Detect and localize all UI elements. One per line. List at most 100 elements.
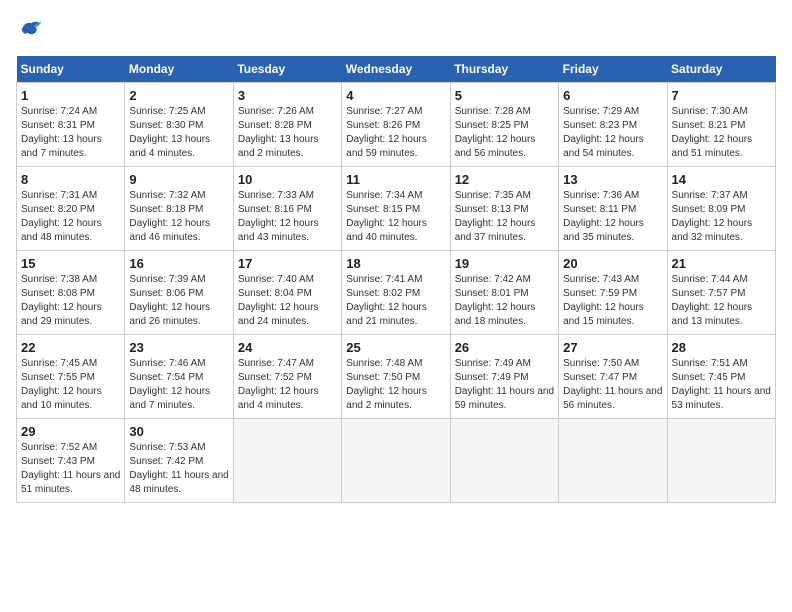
day-info: Sunrise: 7:25 AM Sunset: 8:30 PM Dayligh… bbox=[129, 105, 228, 161]
day-number: 4 bbox=[346, 88, 445, 103]
calendar-day-cell bbox=[667, 419, 775, 503]
calendar-week-row: 15 Sunrise: 7:38 AM Sunset: 8:08 PM Dayl… bbox=[17, 251, 776, 335]
day-info: Sunrise: 7:28 AM Sunset: 8:25 PM Dayligh… bbox=[455, 105, 554, 161]
calendar-day-cell bbox=[450, 419, 558, 503]
calendar-day-cell: 20 Sunrise: 7:43 AM Sunset: 7:59 PM Dayl… bbox=[559, 251, 667, 335]
day-number: 15 bbox=[21, 256, 120, 271]
day-of-week-header: Friday bbox=[559, 56, 667, 83]
day-number: 20 bbox=[563, 256, 662, 271]
day-info: Sunrise: 7:41 AM Sunset: 8:02 PM Dayligh… bbox=[346, 273, 445, 329]
day-number: 22 bbox=[21, 340, 120, 355]
day-number: 18 bbox=[346, 256, 445, 271]
day-info: Sunrise: 7:34 AM Sunset: 8:15 PM Dayligh… bbox=[346, 189, 445, 245]
day-info: Sunrise: 7:39 AM Sunset: 8:06 PM Dayligh… bbox=[129, 273, 228, 329]
day-number: 12 bbox=[455, 172, 554, 187]
day-info: Sunrise: 7:33 AM Sunset: 8:16 PM Dayligh… bbox=[238, 189, 337, 245]
day-info: Sunrise: 7:38 AM Sunset: 8:08 PM Dayligh… bbox=[21, 273, 120, 329]
day-number: 25 bbox=[346, 340, 445, 355]
day-number: 3 bbox=[238, 88, 337, 103]
day-info: Sunrise: 7:37 AM Sunset: 8:09 PM Dayligh… bbox=[672, 189, 771, 245]
day-number: 1 bbox=[21, 88, 120, 103]
calendar-day-cell: 7 Sunrise: 7:30 AM Sunset: 8:21 PM Dayli… bbox=[667, 83, 775, 167]
day-number: 7 bbox=[672, 88, 771, 103]
day-info: Sunrise: 7:29 AM Sunset: 8:23 PM Dayligh… bbox=[563, 105, 662, 161]
logo bbox=[16, 16, 48, 44]
day-info: Sunrise: 7:40 AM Sunset: 8:04 PM Dayligh… bbox=[238, 273, 337, 329]
day-number: 10 bbox=[238, 172, 337, 187]
calendar-day-cell: 13 Sunrise: 7:36 AM Sunset: 8:11 PM Dayl… bbox=[559, 167, 667, 251]
calendar-day-cell: 5 Sunrise: 7:28 AM Sunset: 8:25 PM Dayli… bbox=[450, 83, 558, 167]
calendar-day-cell: 29 Sunrise: 7:52 AM Sunset: 7:43 PM Dayl… bbox=[17, 419, 125, 503]
day-number: 26 bbox=[455, 340, 554, 355]
calendar-day-cell: 26 Sunrise: 7:49 AM Sunset: 7:49 PM Dayl… bbox=[450, 335, 558, 419]
calendar-week-row: 1 Sunrise: 7:24 AM Sunset: 8:31 PM Dayli… bbox=[17, 83, 776, 167]
day-number: 14 bbox=[672, 172, 771, 187]
day-number: 11 bbox=[346, 172, 445, 187]
day-number: 29 bbox=[21, 424, 120, 439]
day-number: 8 bbox=[21, 172, 120, 187]
calendar-day-cell: 2 Sunrise: 7:25 AM Sunset: 8:30 PM Dayli… bbox=[125, 83, 233, 167]
day-number: 17 bbox=[238, 256, 337, 271]
day-info: Sunrise: 7:42 AM Sunset: 8:01 PM Dayligh… bbox=[455, 273, 554, 329]
logo-bird-icon bbox=[16, 16, 44, 44]
day-info: Sunrise: 7:35 AM Sunset: 8:13 PM Dayligh… bbox=[455, 189, 554, 245]
calendar-day-cell: 16 Sunrise: 7:39 AM Sunset: 8:06 PM Dayl… bbox=[125, 251, 233, 335]
calendar-day-cell bbox=[233, 419, 341, 503]
day-info: Sunrise: 7:52 AM Sunset: 7:43 PM Dayligh… bbox=[21, 441, 120, 497]
calendar-day-cell: 15 Sunrise: 7:38 AM Sunset: 8:08 PM Dayl… bbox=[17, 251, 125, 335]
day-info: Sunrise: 7:27 AM Sunset: 8:26 PM Dayligh… bbox=[346, 105, 445, 161]
calendar-day-cell bbox=[342, 419, 450, 503]
day-info: Sunrise: 7:46 AM Sunset: 7:54 PM Dayligh… bbox=[129, 357, 228, 413]
calendar-day-cell: 12 Sunrise: 7:35 AM Sunset: 8:13 PM Dayl… bbox=[450, 167, 558, 251]
calendar-day-cell: 3 Sunrise: 7:26 AM Sunset: 8:28 PM Dayli… bbox=[233, 83, 341, 167]
day-info: Sunrise: 7:49 AM Sunset: 7:49 PM Dayligh… bbox=[455, 357, 554, 413]
calendar-day-cell bbox=[559, 419, 667, 503]
calendar-day-cell: 19 Sunrise: 7:42 AM Sunset: 8:01 PM Dayl… bbox=[450, 251, 558, 335]
day-of-week-header: Wednesday bbox=[342, 56, 450, 83]
page-header bbox=[16, 16, 776, 44]
day-info: Sunrise: 7:44 AM Sunset: 7:57 PM Dayligh… bbox=[672, 273, 771, 329]
day-info: Sunrise: 7:51 AM Sunset: 7:45 PM Dayligh… bbox=[672, 357, 771, 413]
day-info: Sunrise: 7:53 AM Sunset: 7:42 PM Dayligh… bbox=[129, 441, 228, 497]
calendar-day-cell: 28 Sunrise: 7:51 AM Sunset: 7:45 PM Dayl… bbox=[667, 335, 775, 419]
calendar-day-cell: 22 Sunrise: 7:45 AM Sunset: 7:55 PM Dayl… bbox=[17, 335, 125, 419]
day-info: Sunrise: 7:26 AM Sunset: 8:28 PM Dayligh… bbox=[238, 105, 337, 161]
day-number: 13 bbox=[563, 172, 662, 187]
calendar-header: SundayMondayTuesdayWednesdayThursdayFrid… bbox=[17, 56, 776, 83]
calendar-day-cell: 10 Sunrise: 7:33 AM Sunset: 8:16 PM Dayl… bbox=[233, 167, 341, 251]
day-info: Sunrise: 7:32 AM Sunset: 8:18 PM Dayligh… bbox=[129, 189, 228, 245]
day-info: Sunrise: 7:50 AM Sunset: 7:47 PM Dayligh… bbox=[563, 357, 662, 413]
day-info: Sunrise: 7:30 AM Sunset: 8:21 PM Dayligh… bbox=[672, 105, 771, 161]
day-info: Sunrise: 7:43 AM Sunset: 7:59 PM Dayligh… bbox=[563, 273, 662, 329]
calendar-day-cell: 30 Sunrise: 7:53 AM Sunset: 7:42 PM Dayl… bbox=[125, 419, 233, 503]
calendar-week-row: 22 Sunrise: 7:45 AM Sunset: 7:55 PM Dayl… bbox=[17, 335, 776, 419]
day-info: Sunrise: 7:24 AM Sunset: 8:31 PM Dayligh… bbox=[21, 105, 120, 161]
day-info: Sunrise: 7:36 AM Sunset: 8:11 PM Dayligh… bbox=[563, 189, 662, 245]
day-info: Sunrise: 7:31 AM Sunset: 8:20 PM Dayligh… bbox=[21, 189, 120, 245]
day-number: 19 bbox=[455, 256, 554, 271]
calendar-day-cell: 17 Sunrise: 7:40 AM Sunset: 8:04 PM Dayl… bbox=[233, 251, 341, 335]
calendar-table: SundayMondayTuesdayWednesdayThursdayFrid… bbox=[16, 56, 776, 503]
calendar-day-cell: 11 Sunrise: 7:34 AM Sunset: 8:15 PM Dayl… bbox=[342, 167, 450, 251]
day-of-week-header: Saturday bbox=[667, 56, 775, 83]
day-of-week-header: Thursday bbox=[450, 56, 558, 83]
calendar-day-cell: 4 Sunrise: 7:27 AM Sunset: 8:26 PM Dayli… bbox=[342, 83, 450, 167]
day-of-week-header: Sunday bbox=[17, 56, 125, 83]
calendar-day-cell: 25 Sunrise: 7:48 AM Sunset: 7:50 PM Dayl… bbox=[342, 335, 450, 419]
day-number: 30 bbox=[129, 424, 228, 439]
calendar-day-cell: 8 Sunrise: 7:31 AM Sunset: 8:20 PM Dayli… bbox=[17, 167, 125, 251]
day-number: 16 bbox=[129, 256, 228, 271]
calendar-day-cell: 14 Sunrise: 7:37 AM Sunset: 8:09 PM Dayl… bbox=[667, 167, 775, 251]
calendar-body: 1 Sunrise: 7:24 AM Sunset: 8:31 PM Dayli… bbox=[17, 83, 776, 503]
calendar-day-cell: 23 Sunrise: 7:46 AM Sunset: 7:54 PM Dayl… bbox=[125, 335, 233, 419]
calendar-day-cell: 18 Sunrise: 7:41 AM Sunset: 8:02 PM Dayl… bbox=[342, 251, 450, 335]
calendar-day-cell: 6 Sunrise: 7:29 AM Sunset: 8:23 PM Dayli… bbox=[559, 83, 667, 167]
calendar-day-cell: 24 Sunrise: 7:47 AM Sunset: 7:52 PM Dayl… bbox=[233, 335, 341, 419]
day-of-week-header: Monday bbox=[125, 56, 233, 83]
day-number: 28 bbox=[672, 340, 771, 355]
day-number: 24 bbox=[238, 340, 337, 355]
day-number: 5 bbox=[455, 88, 554, 103]
day-number: 9 bbox=[129, 172, 228, 187]
day-of-week-header: Tuesday bbox=[233, 56, 341, 83]
day-number: 2 bbox=[129, 88, 228, 103]
